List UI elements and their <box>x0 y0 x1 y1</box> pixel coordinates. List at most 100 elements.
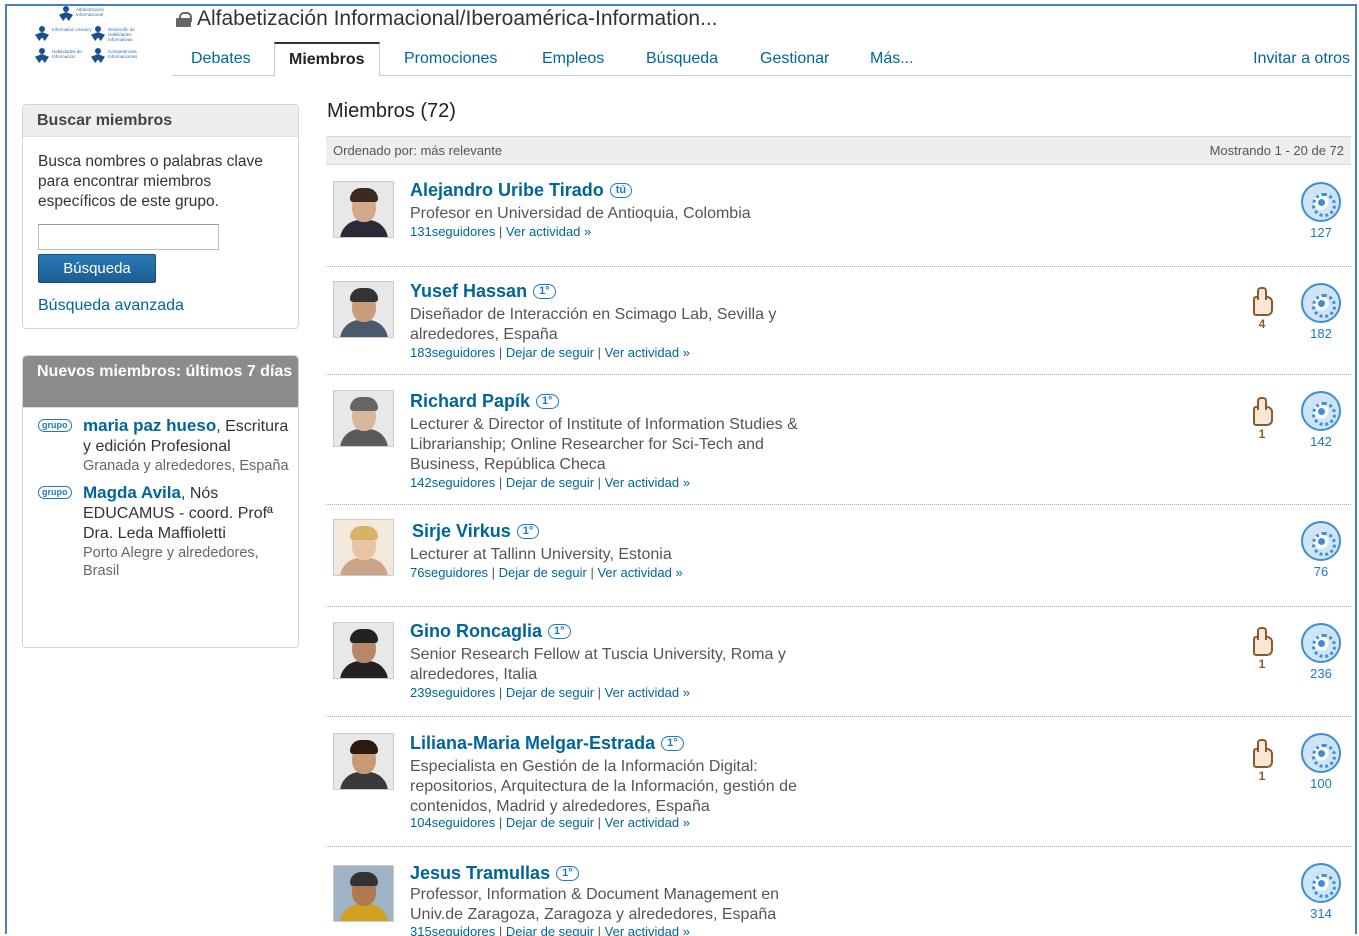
results-count: Mostrando 1 - 20 de 72 <box>1209 143 1344 158</box>
likes-stat[interactable]: 1 <box>1247 397 1277 441</box>
member-row: Sirje Virkus 1° Lecturer at Tallinn Unive… <box>326 505 1351 607</box>
member-headline: Senior Research Fellow at Tuscia Univers… <box>410 646 786 683</box>
connection-badge: 1° <box>556 866 579 881</box>
person-icon <box>34 48 50 64</box>
likes-stat[interactable]: 1 <box>1247 739 1277 783</box>
connection-badge: 1° <box>516 524 540 539</box>
tab-busqueda[interactable]: Búsqueda <box>632 42 732 76</box>
search-box-title: Buscar miembros <box>23 105 298 137</box>
network-stat[interactable]: 100 <box>1299 733 1343 791</box>
network-stat[interactable]: 142 <box>1299 391 1343 449</box>
member-headline: Lecturer at Tallinn University, Estonia <box>410 546 672 563</box>
followers-link[interactable]: 142seguidores <box>410 475 495 490</box>
lock-icon <box>176 12 192 27</box>
member-headline: Profesor en Universidad de Antioquia, Co… <box>410 205 751 222</box>
list-item: grupo Magda Avila, Nós EDUCAMUS - coord.… <box>23 483 298 580</box>
thumbs-up-icon <box>1249 397 1275 426</box>
new-member-name[interactable]: Magda Avila <box>83 483 181 502</box>
member-name[interactable]: Liliana-Maria Melgar-Estrada <box>410 733 655 753</box>
group-logo[interactable]: Alfabetización Informacional Information… <box>28 6 168 70</box>
member-name[interactable]: Yusef Hassan <box>410 281 527 301</box>
tab-promociones[interactable]: Promociones <box>390 42 511 76</box>
search-input[interactable] <box>38 224 219 250</box>
view-activity-link[interactable]: Ver actividad » <box>605 475 690 490</box>
network-stat[interactable]: 182 <box>1299 283 1343 341</box>
advanced-search-link[interactable]: Búsqueda avanzada <box>38 297 298 315</box>
avatar[interactable] <box>333 181 394 238</box>
person-icon <box>58 6 74 22</box>
view-activity-link[interactable]: Ver actividad » <box>605 924 690 936</box>
network-stat[interactable]: 76 <box>1299 521 1343 579</box>
thumbs-up-icon <box>1249 287 1275 316</box>
connection-badge: 1° <box>536 394 559 409</box>
unfollow-link[interactable]: Dejar de seguir <box>506 815 594 830</box>
member-row: Liliana-Maria Melgar-Estrada 1° Especiali… <box>326 717 1351 847</box>
connection-badge: tú <box>609 183 633 198</box>
member-row: Jesus Tramullas 1° Professor, Information… <box>326 847 1351 936</box>
followers-link[interactable]: 104seguidores <box>410 815 495 830</box>
search-button[interactable]: Búsqueda <box>38 254 156 283</box>
member-name[interactable]: Jesus Tramullas <box>410 863 550 883</box>
view-activity-link[interactable]: Ver actividad » <box>597 565 682 580</box>
network-stat[interactable]: 314 <box>1299 863 1343 921</box>
member-row: Gino Roncaglia 1° Senior Research Fellow … <box>326 607 1351 717</box>
new-members-box: Nuevos miembros: últimos 7 días grupo ma… <box>22 355 299 648</box>
person-icon <box>90 26 106 42</box>
network-stat[interactable]: 236 <box>1299 623 1343 681</box>
tab-empleos[interactable]: Empleos <box>528 42 618 76</box>
view-activity-link[interactable]: Ver actividad » <box>605 685 690 700</box>
member-headline: Especialista en Gestión de la Informació… <box>410 758 797 815</box>
invite-link[interactable]: Invitar a otros <box>1239 42 1359 76</box>
unfollow-link[interactable]: Dejar de seguir <box>506 924 594 936</box>
tab-mas[interactable]: Más... <box>856 42 928 76</box>
person-icon <box>90 48 106 64</box>
followers-link[interactable]: 76seguidores <box>410 565 488 580</box>
unfollow-link[interactable]: Dejar de seguir <box>506 345 594 360</box>
view-activity-link[interactable]: Ver actividad » <box>605 815 690 830</box>
network-icon <box>1301 182 1341 222</box>
unfollow-link[interactable]: Dejar de seguir <box>499 565 587 580</box>
new-member-name[interactable]: maria paz hueso <box>83 416 216 435</box>
network-icon <box>1301 863 1341 903</box>
likes-stat[interactable]: 1 <box>1247 627 1277 671</box>
avatar[interactable] <box>333 281 394 338</box>
member-name[interactable]: Alejandro Uribe Tirado <box>410 180 604 200</box>
view-activity-link[interactable]: Ver actividad » <box>506 224 591 239</box>
member-row: Yusef Hassan 1° Diseñador de Interacción … <box>326 267 1351 375</box>
group-tabs: Debates Miembros Promociones Empleos Bús… <box>172 42 1352 77</box>
likes-stat[interactable]: 4 <box>1247 287 1277 331</box>
tab-miembros[interactable]: Miembros <box>274 42 380 77</box>
thumbs-up-icon <box>1249 739 1275 768</box>
sort-label[interactable]: Ordenado por: más relevante <box>333 143 502 158</box>
followers-link[interactable]: 183seguidores <box>410 345 495 360</box>
thumbs-up-icon <box>1249 627 1275 656</box>
member-name[interactable]: Sirje Virkus <box>412 521 511 541</box>
network-stat[interactable]: 127 <box>1299 182 1343 240</box>
connection-badge: 1° <box>548 624 571 639</box>
followers-link[interactable]: 315seguidores <box>410 924 495 936</box>
avatar[interactable] <box>333 865 394 922</box>
member-name[interactable]: Gino Roncaglia <box>410 621 542 641</box>
tab-gestionar[interactable]: Gestionar <box>746 42 843 76</box>
avatar[interactable] <box>333 390 394 447</box>
followers-link[interactable]: 131seguidores <box>410 224 495 239</box>
member-row: Richard Papík 1° Lecturer & Director of I… <box>326 375 1351 505</box>
view-activity-link[interactable]: Ver actividad » <box>605 345 690 360</box>
member-row: Alejandro Uribe Tirado tú Profesor en Uni… <box>326 166 1351 267</box>
member-name[interactable]: Richard Papík <box>410 391 530 411</box>
followers-link[interactable]: 239seguidores <box>410 685 495 700</box>
new-member-location: Granada y alrededores, España <box>83 458 289 474</box>
avatar[interactable] <box>333 519 394 576</box>
sort-bar: Ordenado por: más relevante Mostrando 1 … <box>326 136 1351 165</box>
new-members-title: Nuevos miembros: últimos 7 días <box>23 356 298 408</box>
member-headline: Diseñador de Interacción en Scimago Lab,… <box>410 306 777 343</box>
search-description: Busca nombres o palabras clave para enco… <box>38 153 263 210</box>
connection-badge: 1° <box>533 284 556 299</box>
unfollow-link[interactable]: Dejar de seguir <box>506 685 594 700</box>
avatar[interactable] <box>333 622 394 679</box>
group-badge: grupo <box>38 486 72 499</box>
avatar[interactable] <box>333 733 394 790</box>
connection-badge: 1° <box>661 736 684 751</box>
unfollow-link[interactable]: Dejar de seguir <box>506 475 594 490</box>
tab-debates[interactable]: Debates <box>177 42 265 76</box>
